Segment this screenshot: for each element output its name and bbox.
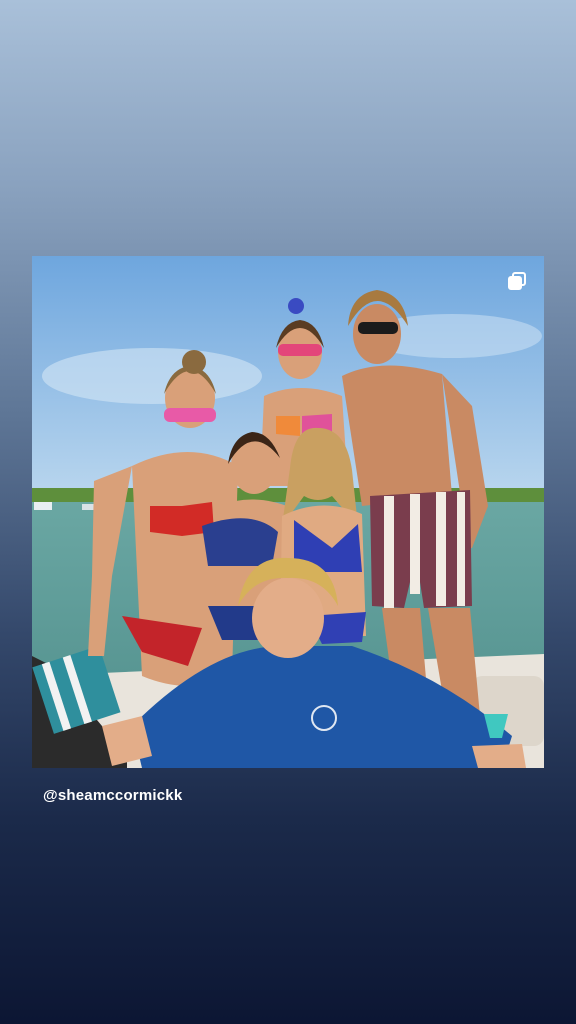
story-view: @sheamccormickk	[0, 0, 576, 1024]
group-photo-on-boat	[32, 256, 544, 768]
username-link[interactable]: @sheamccormickk	[43, 787, 182, 804]
carousel-icon	[508, 272, 528, 292]
shared-post-photo[interactable]	[32, 256, 544, 768]
